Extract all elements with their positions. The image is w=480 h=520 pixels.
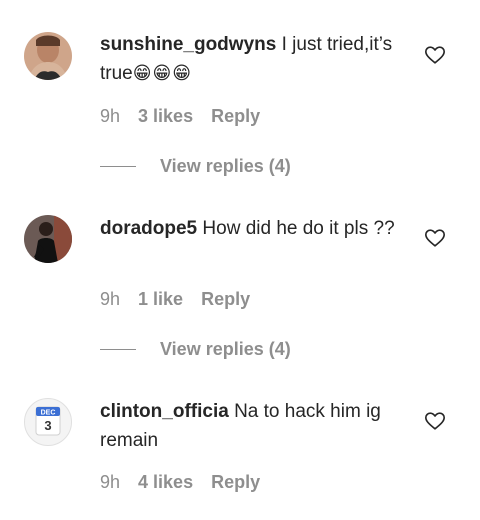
likes-count[interactable]: 3 likes [138, 106, 193, 127]
comment-body: sunshine_godwyns I just tried,it’s true😁… [100, 30, 410, 88]
comment-meta: 9h 3 likes Reply [100, 106, 260, 127]
heart-icon[interactable] [424, 410, 446, 432]
comment-meta: 9h 1 like Reply [100, 289, 250, 310]
divider-line [100, 349, 136, 350]
avatar[interactable] [24, 32, 72, 80]
view-replies-label: View replies (4) [160, 156, 291, 176]
likes-count[interactable]: 4 likes [138, 472, 193, 493]
avatar[interactable] [24, 215, 72, 263]
comment-meta: 9h 4 likes Reply [100, 472, 260, 493]
profile-photo [24, 32, 72, 80]
divider-line [100, 166, 136, 167]
calendar-month: DEC [41, 410, 56, 417]
avatar[interactable]: DEC 3 [24, 398, 72, 446]
view-replies-button[interactable]: View replies (4) [100, 156, 291, 177]
comment-body: clinton_officia Na to hack him ig remain [100, 397, 410, 455]
reply-button[interactable]: Reply [211, 106, 260, 127]
comment-time: 9h [100, 106, 121, 126]
comment-time: 9h [100, 472, 121, 492]
likes-count[interactable]: 1 like [138, 289, 183, 310]
grin-emoji: 😁😁😁 [132, 63, 193, 83]
calendar-icon: DEC 3 [35, 406, 61, 436]
reply-button[interactable]: Reply [211, 472, 260, 493]
comment-username[interactable]: doradope5 [100, 218, 197, 239]
comment-text: How did he do it pls ?? [202, 218, 395, 239]
view-replies-label: View replies (4) [160, 339, 291, 359]
comment-body: doradope5 How did he do it pls ?? [100, 214, 410, 243]
reply-button[interactable]: Reply [201, 289, 250, 310]
heart-icon[interactable] [424, 44, 446, 66]
view-replies-button[interactable]: View replies (4) [100, 339, 291, 360]
comment-username[interactable]: clinton_officia [100, 401, 229, 422]
comment-time: 9h [100, 289, 121, 309]
heart-icon[interactable] [424, 227, 446, 249]
calendar-day: 3 [44, 418, 51, 433]
profile-photo [24, 215, 72, 263]
comment-username[interactable]: sunshine_godwyns [100, 34, 276, 55]
